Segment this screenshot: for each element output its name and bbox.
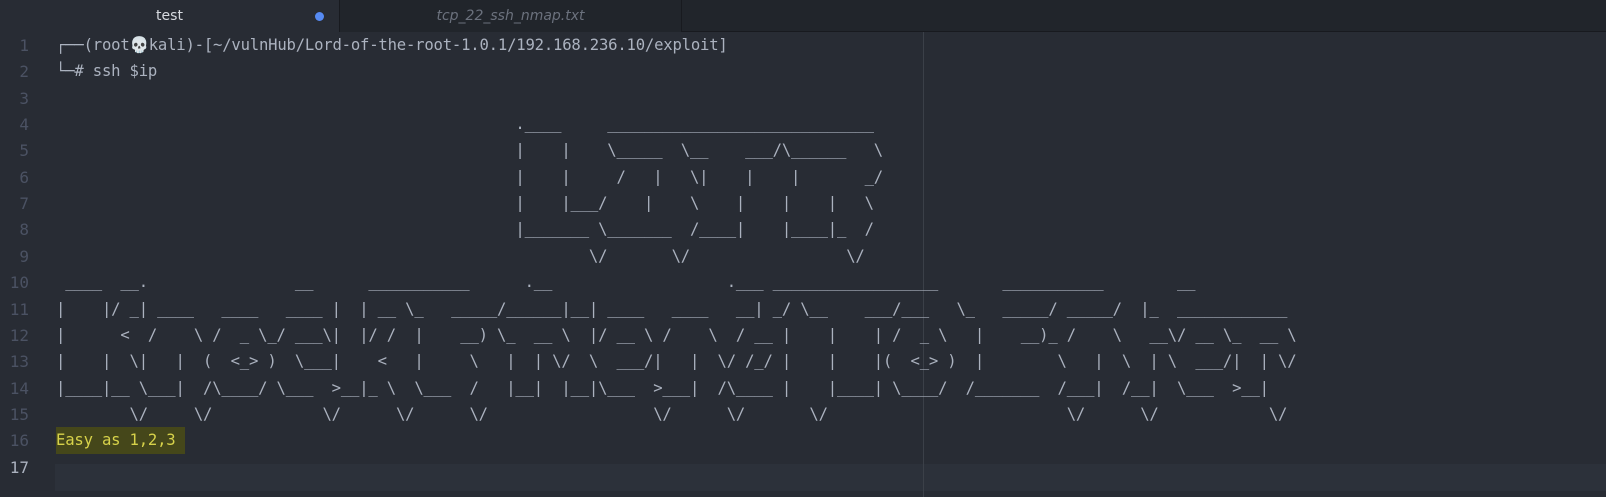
code-line[interactable]: 8 |_______ \_______ /____| |____|_ / bbox=[0, 216, 1606, 243]
code-line[interactable]: 15 \/ \/ \/ \/ \/ \/ \/ \/ \/ \/ \/ bbox=[0, 401, 1606, 428]
code-line[interactable]: 14 |____|__ \___| /\____/ \___ >__|_ \ \_… bbox=[0, 375, 1606, 402]
line-number: 15 bbox=[9, 404, 29, 424]
tab-bar: test tcp_22_ssh_nmap.txt bbox=[0, 0, 1606, 33]
code-line[interactable]: 7 | |___/ | \ | | | \ bbox=[0, 190, 1606, 217]
editor-pane[interactable]: 1 ┌──(root💀kali)-[~/vulnHub/Lord-of-the-r… bbox=[0, 32, 1606, 497]
tab-title: test bbox=[156, 8, 183, 24]
line-number: 16 bbox=[9, 431, 29, 451]
tab-tcp-22-ssh-nmap[interactable]: tcp_22_ssh_nmap.txt bbox=[340, 0, 682, 32]
line-text: | < / \ / _ \_/ ___\| |/ / | __) \_ __ \… bbox=[56, 325, 1297, 344]
code-line[interactable]: 16 Easy as 1,2,3 bbox=[0, 427, 1606, 455]
code-line[interactable]: 11 | |/ _| ____ ____ ____ | | __ \_ _____… bbox=[0, 296, 1606, 323]
line-number: 10 bbox=[9, 273, 29, 293]
line-text: \/ \/ \/ \/ \/ \/ \/ \/ \/ \/ \/ bbox=[56, 404, 1288, 423]
line-text: |____|__ \___| /\____/ \___ >__|_ \ \___… bbox=[56, 378, 1269, 397]
line-text: | |___/ | \ | | | \ bbox=[56, 194, 874, 213]
code-line[interactable]: 13 | | \| | ( <_> ) \___| < | \ | | \/ \ … bbox=[0, 348, 1606, 375]
line-text: \/ \/ \/ bbox=[56, 246, 865, 265]
modified-indicator-icon bbox=[315, 12, 324, 21]
line-number: 2 bbox=[19, 62, 29, 82]
line-text: | | \| | ( <_> ) \___| < | \ | | \/ \ __… bbox=[56, 352, 1297, 371]
code-line[interactable]: 12 | < / \ / _ \_/ ___\| |/ / | __) \_ __… bbox=[0, 322, 1606, 349]
line-text: | | / | \| | | _/ bbox=[56, 167, 883, 186]
line-number: 1 bbox=[19, 36, 29, 55]
line-number: 5 bbox=[19, 141, 29, 161]
line-text: Easy as 1,2,3 bbox=[56, 427, 186, 455]
tab-title: tcp_22_ssh_nmap.txt bbox=[436, 8, 585, 24]
line-number: 13 bbox=[9, 352, 29, 372]
line-number: 3 bbox=[19, 88, 29, 108]
line-number: 8 bbox=[19, 220, 29, 240]
line-text: | |/ _| ____ ____ ____ | | __ \_ _____/_… bbox=[56, 299, 1288, 318]
line-number: 17 bbox=[9, 457, 29, 477]
code-line[interactable]: 1 ┌──(root💀kali)-[~/vulnHub/Lord-of-the-r… bbox=[0, 32, 1606, 59]
line-text: └─# ssh $ip bbox=[56, 62, 158, 81]
line-number: 12 bbox=[9, 325, 29, 345]
line-text: .____ _____________________________ bbox=[56, 115, 874, 134]
code-line[interactable]: 4 .____ _____________________________ bbox=[0, 111, 1606, 138]
line-number: 9 bbox=[19, 246, 29, 266]
line-text: ____ __. __ ___________ .__ .___ _______… bbox=[56, 273, 1196, 292]
code-line[interactable]: 17 bbox=[0, 454, 1606, 481]
line-text: ┌──(root💀kali)-[~/vulnHub/Lord-of-the-ro… bbox=[56, 36, 728, 54]
line-text: | | \_____ \__ ___/\______ \ bbox=[56, 141, 883, 160]
line-number: 11 bbox=[9, 299, 29, 319]
code-line[interactable]: 3 bbox=[0, 85, 1606, 112]
line-number: 4 bbox=[19, 115, 29, 135]
code-line[interactable]: 6 | | / | \| | | _/ bbox=[0, 164, 1606, 191]
line-number: 6 bbox=[19, 167, 29, 187]
tab-test[interactable]: test bbox=[0, 0, 340, 33]
code-line[interactable]: 5 | | \_____ \__ ___/\______ \ bbox=[0, 137, 1606, 164]
code-line[interactable]: 9 \/ \/ \/ bbox=[0, 243, 1606, 270]
code-line[interactable]: 10 ____ __. __ ___________ .__ .___ ____… bbox=[0, 269, 1606, 296]
line-text: |_______ \_______ /____| |____|_ / bbox=[56, 220, 874, 239]
code-line[interactable]: 2 └─# ssh $ip bbox=[0, 58, 1606, 85]
line-number: 14 bbox=[9, 378, 29, 398]
line-number: 7 bbox=[19, 194, 29, 214]
